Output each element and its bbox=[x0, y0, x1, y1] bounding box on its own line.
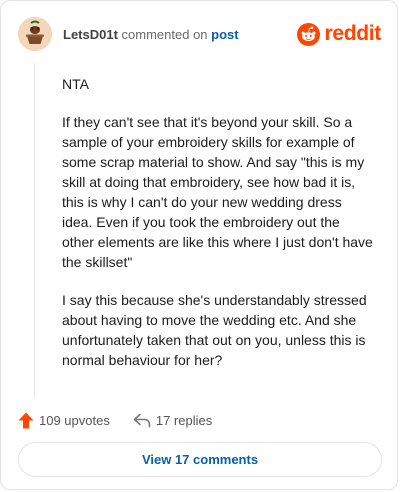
comment-paragraph: I say this because she's understandably … bbox=[62, 292, 367, 368]
comment-card: LetsD01t commented on post reddit NTA If… bbox=[0, 0, 398, 490]
brand-wordmark: reddit bbox=[324, 22, 381, 45]
user-avatar-icon[interactable] bbox=[18, 17, 52, 51]
reply-stat[interactable]: 17 replies bbox=[133, 413, 212, 428]
comment-meta: LetsD01t commented on post bbox=[63, 27, 239, 42]
username-link[interactable]: LetsD01t bbox=[63, 27, 118, 42]
action-text: commented on bbox=[121, 27, 208, 42]
thread-line bbox=[34, 63, 35, 396]
comment-paragraph: NTA bbox=[62, 76, 89, 92]
view-comments-button[interactable]: View 17 comments bbox=[18, 442, 382, 477]
reddit-brand[interactable]: reddit bbox=[297, 22, 381, 46]
reply-count: 17 replies bbox=[155, 412, 213, 428]
comment-stats: 109 upvotes 17 replies bbox=[18, 409, 212, 431]
comment-header: LetsD01t commented on post reddit bbox=[18, 17, 381, 51]
comment-paragraph: If they can't see that it's beyond your … bbox=[62, 114, 373, 270]
upvote-stat[interactable]: 109 upvotes bbox=[18, 412, 110, 429]
comment-body: NTA If they can't see that it's beyond y… bbox=[62, 74, 374, 388]
upvote-arrow-icon bbox=[18, 412, 34, 428]
post-link[interactable]: post bbox=[211, 27, 238, 42]
reply-arrow-icon bbox=[133, 413, 151, 427]
reddit-logo-icon bbox=[297, 22, 321, 46]
upvote-count: 109 upvotes bbox=[39, 412, 110, 428]
